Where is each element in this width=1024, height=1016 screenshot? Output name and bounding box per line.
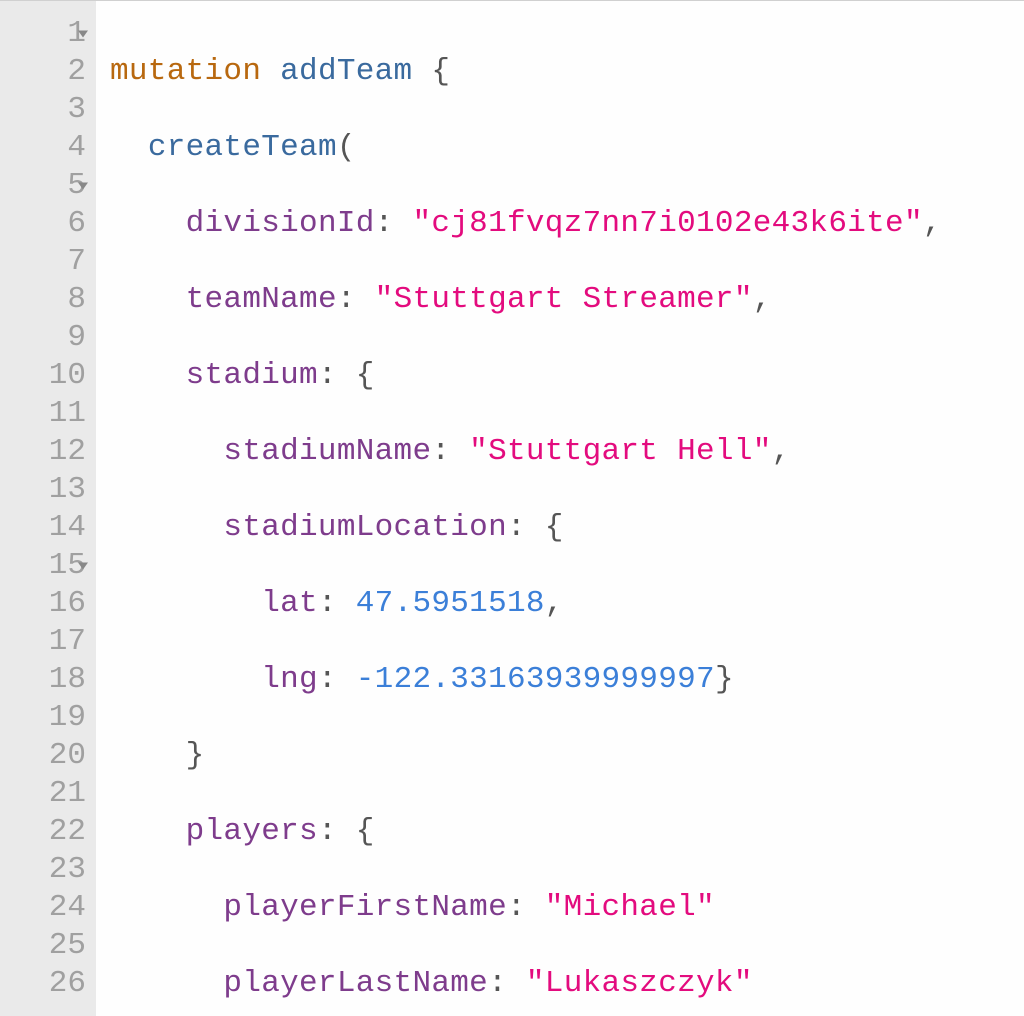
code-line[interactable]: lat: 47.5951518, — [110, 585, 1024, 623]
line-number[interactable]: 23 — [0, 851, 86, 889]
line-number[interactable]: 2 — [0, 53, 86, 91]
code-line[interactable]: playerLastName: "Lukaszczyk" — [110, 965, 1024, 1003]
line-number[interactable]: 11 — [0, 395, 86, 433]
code-line[interactable]: createTeam( — [110, 129, 1024, 167]
line-number[interactable]: 3 — [0, 91, 86, 129]
line-number[interactable]: 9 — [0, 319, 86, 357]
line-number[interactable]: 1 — [0, 15, 86, 53]
line-number[interactable]: 5 — [0, 167, 86, 205]
line-number[interactable]: 15 — [0, 547, 86, 585]
editor-wrap: 1 2 3 4 5 6 7 8 9 10 11 12 13 14 15 16 1… — [0, 0, 1024, 1016]
line-number[interactable]: 17 — [0, 623, 86, 661]
fold-icon[interactable] — [78, 563, 88, 570]
line-number[interactable]: 21 — [0, 775, 86, 813]
line-number[interactable]: 16 — [0, 585, 86, 623]
line-number[interactable]: 10 — [0, 357, 86, 395]
code-line[interactable]: stadium: { — [110, 357, 1024, 395]
fold-icon[interactable] — [78, 183, 88, 190]
code-line[interactable]: } — [110, 737, 1024, 775]
line-number[interactable]: 7 — [0, 243, 86, 281]
fold-icon[interactable] — [78, 31, 88, 38]
line-number[interactable]: 18 — [0, 661, 86, 699]
line-number[interactable]: 8 — [0, 281, 86, 319]
code-line[interactable]: divisionId: "cj81fvqz7nn7i0102e43k6ite", — [110, 205, 1024, 243]
code-line[interactable]: players: { — [110, 813, 1024, 851]
code-area[interactable]: mutation addTeam { createTeam( divisionI… — [96, 1, 1024, 1016]
code-line[interactable]: stadiumLocation: { — [110, 509, 1024, 547]
code-line[interactable]: teamName: "Stuttgart Streamer", — [110, 281, 1024, 319]
line-number[interactable]: 13 — [0, 471, 86, 509]
line-number[interactable]: 24 — [0, 889, 86, 927]
line-number[interactable]: 25 — [0, 927, 86, 965]
line-number[interactable]: 6 — [0, 205, 86, 243]
line-number[interactable]: 22 — [0, 813, 86, 851]
code-line[interactable]: lng: -122.33163939999997} — [110, 661, 1024, 699]
code-line[interactable]: playerFirstName: "Michael" — [110, 889, 1024, 927]
line-number[interactable]: 14 — [0, 509, 86, 547]
line-number[interactable]: 20 — [0, 737, 86, 775]
code-line[interactable]: mutation addTeam { — [110, 53, 1024, 91]
line-number[interactable]: 12 — [0, 433, 86, 471]
line-number[interactable]: 4 — [0, 129, 86, 167]
line-gutter: 1 2 3 4 5 6 7 8 9 10 11 12 13 14 15 16 1… — [0, 1, 96, 1016]
code-line[interactable]: stadiumName: "Stuttgart Hell", — [110, 433, 1024, 471]
line-number[interactable]: 19 — [0, 699, 86, 737]
line-number[interactable]: 26 — [0, 965, 86, 1003]
